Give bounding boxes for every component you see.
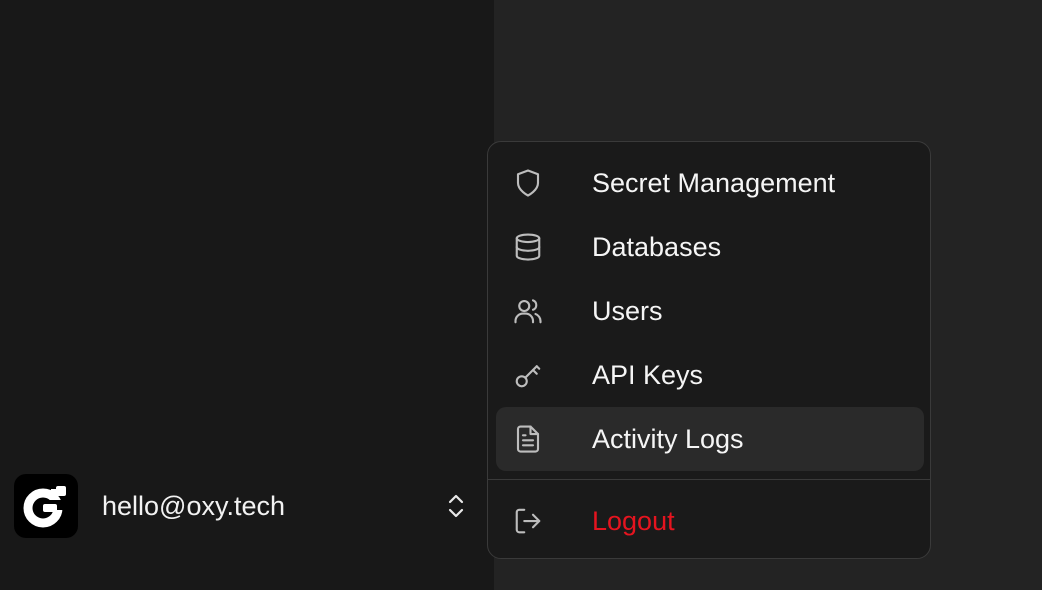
- menu-item-label: Activity Logs: [592, 423, 744, 454]
- menu-item-label: API Keys: [592, 359, 704, 390]
- menu-item-databases[interactable]: Databases: [496, 215, 924, 279]
- users-icon: [512, 295, 544, 327]
- user-email: hello@oxy.tech: [102, 490, 286, 521]
- file-text-icon: [512, 423, 544, 455]
- logout-icon: [512, 505, 544, 537]
- shield-icon: [512, 167, 544, 199]
- menu-item-logout[interactable]: Logout: [496, 489, 924, 553]
- sidebar: hello@oxy.tech: [0, 0, 494, 590]
- menu-item-label: Databases: [592, 231, 722, 262]
- menu-divider: [488, 479, 930, 480]
- user-account-row[interactable]: hello@oxy.tech: [14, 474, 474, 538]
- menu-item-users[interactable]: Users: [496, 279, 924, 343]
- logo-icon: [23, 483, 69, 529]
- key-icon: [512, 359, 544, 391]
- menu-item-secret-management[interactable]: Secret Management: [496, 151, 924, 215]
- chevron-up-down-icon[interactable]: [444, 490, 468, 522]
- avatar: [14, 474, 78, 538]
- menu-item-label: Logout: [592, 505, 675, 536]
- account-dropdown-menu: Secret Management Databases Users API Ke…: [487, 141, 931, 559]
- menu-item-label: Users: [592, 295, 663, 326]
- database-icon: [512, 231, 544, 263]
- menu-item-activity-logs[interactable]: Activity Logs: [496, 407, 924, 471]
- menu-item-api-keys[interactable]: API Keys: [496, 343, 924, 407]
- menu-item-label: Secret Management: [592, 167, 836, 198]
